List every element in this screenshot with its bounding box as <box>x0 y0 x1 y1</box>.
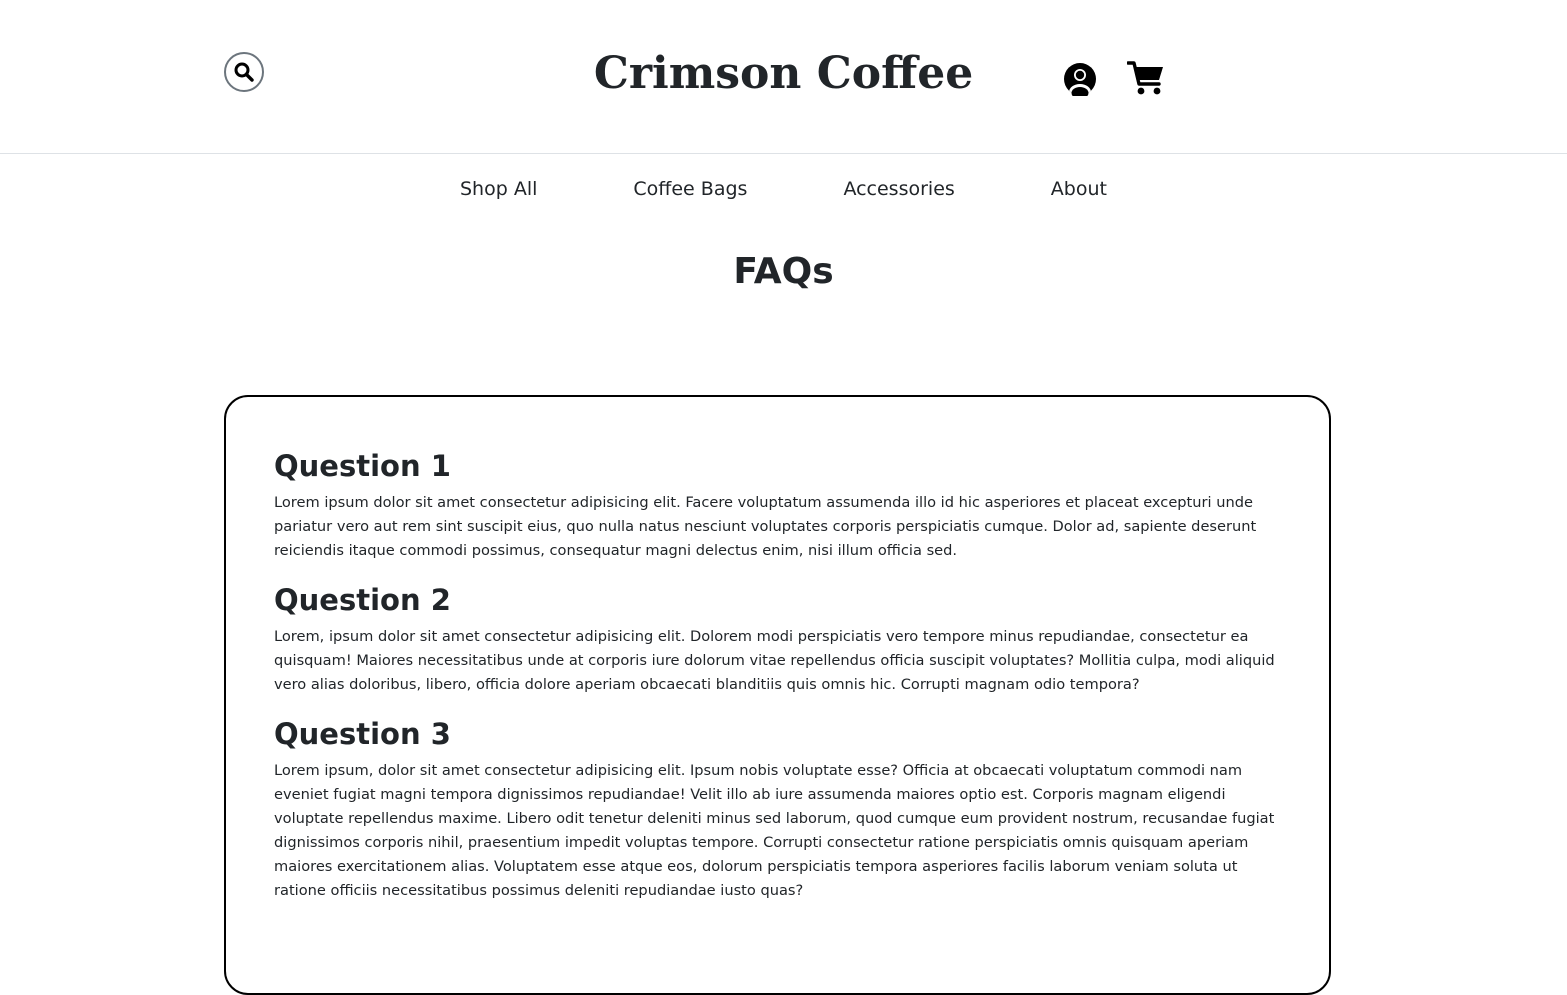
faq-item: Question 2 Lorem, ipsum dolor sit amet c… <box>274 581 1281 697</box>
nav-shop-all[interactable]: Shop All <box>460 176 537 206</box>
account-button[interactable] <box>1063 62 1097 99</box>
user-circle-icon <box>1064 63 1096 99</box>
nav-accessories[interactable]: Accessories <box>843 176 954 206</box>
faq-question: Question 1 <box>274 449 451 483</box>
faq-answer: Lorem, ipsum dolor sit amet consectetur … <box>274 628 1275 693</box>
faq-answer: Lorem ipsum dolor sit amet consectetur a… <box>274 494 1257 559</box>
faq-answer: Lorem ipsum, dolor sit amet consectetur … <box>274 762 1275 899</box>
brand-title[interactable]: Crimson Coffee <box>594 48 973 99</box>
faq-item: Question 3 Lorem ipsum, dolor sit amet c… <box>274 715 1281 903</box>
shopping-cart-icon <box>1126 61 1163 95</box>
faq-question: Question 3 <box>274 717 451 751</box>
faq-question: Question 2 <box>274 583 451 617</box>
search-button[interactable] <box>224 52 264 92</box>
search-icon <box>234 62 254 82</box>
main-nav: Shop All Coffee Bags Accessories About <box>0 176 1567 206</box>
nav-about[interactable]: About <box>1051 176 1107 206</box>
nav-coffee-bags[interactable]: Coffee Bags <box>633 176 747 206</box>
faq-card: Question 1 Lorem ipsum dolor sit amet co… <box>224 395 1331 995</box>
site-header: Crimson Coffee <box>0 0 1567 154</box>
page-title: FAQs <box>733 251 834 292</box>
faq-item: Question 1 Lorem ipsum dolor sit amet co… <box>274 447 1281 563</box>
cart-button[interactable] <box>1126 60 1165 96</box>
